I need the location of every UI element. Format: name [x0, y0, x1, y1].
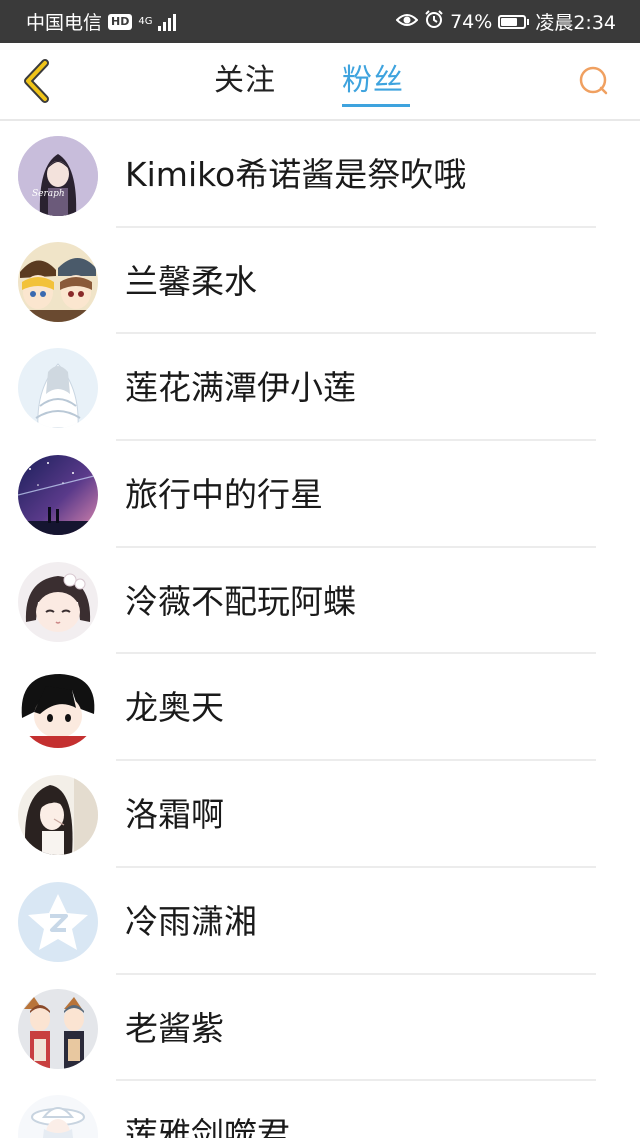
alarm-icon: [424, 9, 444, 34]
back-button[interactable]: [14, 57, 58, 105]
list-item[interactable]: 莲雅剑噬君: [0, 1081, 640, 1138]
signal-icon: [158, 13, 177, 31]
list-item[interactable]: 兰馨柔水: [0, 228, 640, 335]
list-item[interactable]: 莲花满潭伊小莲: [0, 334, 640, 442]
list-item[interactable]: 龙奥天: [0, 654, 640, 762]
follower-name: 洛霜啊: [125, 795, 224, 835]
avatar: [18, 348, 98, 429]
follower-name: 兰馨柔水: [125, 261, 257, 301]
follower-name: 莲花满潭伊小莲: [125, 368, 356, 408]
svg-text:Seraph: Seraph: [32, 189, 65, 199]
list-item[interactable]: 泠薇不配玩阿蝶: [0, 548, 640, 655]
avatar: [18, 988, 98, 1069]
list-item[interactable]: 洛霜啊: [0, 761, 640, 868]
follower-name: 老酱紫: [125, 1008, 224, 1048]
fans-list: Seraph Kimiko希诺酱是祭吹哦 兰馨柔水 莲花满潭伊小莲 旅行中的行星…: [0, 121, 640, 1138]
list-item[interactable]: 旅行中的行星: [0, 441, 640, 548]
avatar: [18, 241, 98, 322]
battery-percent: 74%: [450, 10, 493, 33]
avatar: [18, 1095, 98, 1138]
search-button[interactable]: [576, 63, 612, 99]
carrier-label: 中国电信: [26, 12, 103, 34]
status-bar-left: 中国电信 HD 4G: [26, 8, 177, 35]
status-bar-right: 74% 凌晨2:34: [395, 8, 616, 35]
avatar: Seraph: [18, 136, 98, 216]
follower-name: 莲雅剑噬君: [125, 1115, 290, 1138]
hd-badge: HD: [108, 13, 133, 30]
tab-fans[interactable]: 粉丝: [342, 61, 404, 101]
tab-follow[interactable]: 关注: [214, 61, 276, 101]
follower-name: 龙奥天: [125, 688, 224, 728]
active-tab-indicator: [342, 104, 410, 107]
status-bar: 中国电信 HD 4G 74% 凌晨2:34: [0, 0, 640, 43]
avatar: [18, 775, 98, 856]
follower-name: Kimiko希诺酱是祭吹哦: [125, 155, 467, 194]
list-item[interactable]: 冷雨潇湘: [0, 868, 640, 975]
follower-name: 泠薇不配玩阿蝶: [125, 581, 356, 621]
battery-icon: [498, 14, 530, 29]
eye-icon: [395, 11, 419, 33]
follower-name: 冷雨潇湘: [125, 901, 257, 941]
network-type: 4G: [138, 15, 153, 27]
avatar: [18, 668, 98, 749]
list-item[interactable]: Seraph Kimiko希诺酱是祭吹哦: [0, 121, 640, 228]
avatar: [18, 455, 98, 536]
list-item[interactable]: 老酱紫: [0, 975, 640, 1082]
clock-time: 凌晨2:34: [535, 12, 616, 34]
search-icon: [579, 66, 608, 95]
chevron-left-icon: [24, 59, 49, 103]
avatar: [18, 881, 98, 962]
follower-name: 旅行中的行星: [125, 475, 323, 515]
avatar: [18, 561, 98, 642]
top-nav-bar: 关注 粉丝: [0, 43, 640, 121]
